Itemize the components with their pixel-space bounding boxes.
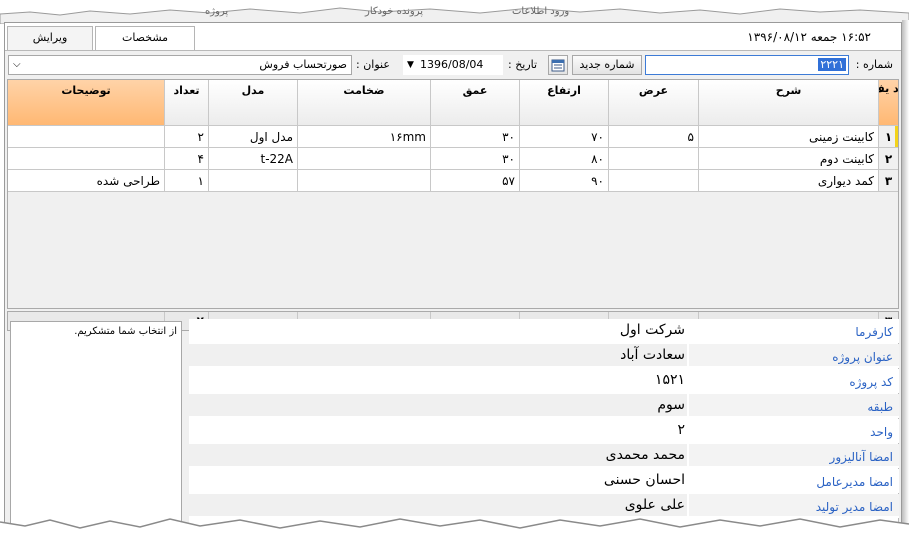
column-header-model[interactable]: مدل (208, 80, 297, 126)
properties-panel: کارفرما شرکت اول عنوان پروژه سعادت آباد … (189, 319, 899, 539)
tab-specifications[interactable]: مشخصات (95, 26, 195, 50)
items-grid: رد یف شرح عرض ارتفاع عمق ضخامت مدل تعداد… (7, 79, 899, 309)
top-tab-data-entry[interactable]: ورود اطلاعات (512, 6, 569, 17)
row-number: ۳ (878, 170, 898, 192)
cell-count[interactable]: ۲ (164, 126, 208, 148)
chevron-down-icon: ▼ (407, 60, 414, 70)
cell-height[interactable]: ۷۰ (519, 126, 608, 148)
cell-height[interactable]: ۸۰ (519, 148, 608, 170)
property-value[interactable]: ۲ (189, 419, 689, 441)
column-header-width[interactable]: عرض (608, 80, 698, 126)
cell-description[interactable]: کمد دیواری (698, 170, 878, 192)
calendar-icon (551, 59, 565, 72)
property-value[interactable]: شرکت اول (189, 319, 689, 341)
property-label: امضا مدیرعامل (689, 469, 899, 491)
top-tab-auto-file[interactable]: پرونده خودکار (365, 6, 423, 17)
date-value: 1396/08/04 (420, 58, 484, 71)
grid-header-row: رد یف شرح عرض ارتفاع عمق ضخامت مدل تعداد… (8, 80, 898, 126)
cell-thickness[interactable]: ۱۶mm (297, 126, 430, 148)
header-row: ویرایش مشخصات ۱۶:۵۲ جمعه ۱۳۹۶/۰۸/۱۲ (5, 23, 901, 51)
cell-count[interactable]: ۴ (164, 148, 208, 170)
number-input[interactable]: ۲۲۲۱ (645, 55, 849, 75)
cell-width[interactable]: ۵ (608, 126, 698, 148)
torn-edge-graphic (0, 518, 909, 547)
cell-thickness[interactable] (297, 170, 430, 192)
cell-model[interactable] (208, 170, 297, 192)
property-row[interactable]: کد پروژه ۱۵۲۱ (189, 369, 899, 393)
cell-depth[interactable]: ۵۷ (430, 170, 519, 192)
column-header-radif[interactable]: رد یف (878, 80, 898, 126)
torn-bottom-edge (0, 508, 909, 547)
window-shadow (902, 20, 909, 540)
top-tab-project[interactable]: پروژه (205, 6, 228, 17)
cell-description[interactable]: کابینت دوم (698, 148, 878, 170)
table-row[interactable]: ۱ کابینت زمینی ۵ ۷۰ ۳۰ ۱۶mm مدل اول ۲ (8, 126, 898, 148)
table-row[interactable]: ۳ کمد دیواری ۹۰ ۵۷ ۱ طراحی شده (8, 170, 898, 192)
row-number: ۱ (878, 126, 898, 148)
cell-count[interactable]: ۱ (164, 170, 208, 192)
cell-model[interactable]: مدل اول (208, 126, 297, 148)
tab-edit[interactable]: ویرایش (7, 26, 93, 50)
property-row[interactable]: عنوان پروژه سعادت آباد (189, 344, 899, 368)
date-picker[interactable]: 1396/08/04 ▼ (403, 55, 503, 75)
date-time-display: ۱۶:۵۲ جمعه ۱۳۹۶/۰۸/۱۲ (747, 30, 871, 44)
date-label: تاریخ : (508, 58, 538, 71)
column-header-description[interactable]: شرح (698, 80, 878, 126)
torn-edge-graphic (0, 0, 909, 24)
property-label: طبقه (689, 394, 899, 416)
cell-height[interactable]: ۹۰ (519, 170, 608, 192)
property-label: کارفرما (689, 319, 899, 341)
property-label: عنوان پروژه (689, 344, 899, 366)
cell-depth[interactable]: ۳۰ (430, 126, 519, 148)
property-row[interactable]: کارفرما شرکت اول (189, 319, 899, 343)
column-header-depth[interactable]: عمق (430, 80, 519, 126)
property-row[interactable]: واحد ۲ (189, 419, 899, 443)
property-value[interactable]: سعادت آباد (189, 344, 689, 366)
column-header-count[interactable]: تعداد (164, 80, 208, 126)
property-label: امضا آنالیزور (689, 444, 899, 466)
table-row[interactable]: ۲ کابینت دوم ۸۰ ۳۰ t-22A ۴ (8, 148, 898, 170)
number-input-value: ۲۲۲۱ (818, 58, 846, 71)
column-header-height[interactable]: ارتفاع (519, 80, 608, 126)
notes-text: از انتخاب شما متشکریم. (74, 326, 177, 337)
number-label: شماره : (855, 58, 893, 71)
column-header-thickness[interactable]: ضخامت (297, 80, 430, 126)
chevron-down-icon: ⌵ (13, 59, 21, 70)
main-window: ویرایش مشخصات ۱۶:۵۲ جمعه ۱۳۹۶/۰۸/۱۲ شمار… (4, 22, 902, 541)
property-value[interactable]: محمد محمدی (189, 444, 689, 466)
cell-width[interactable] (608, 170, 698, 192)
property-label: واحد (689, 419, 899, 441)
property-value[interactable]: احسان حسنی (189, 469, 689, 491)
row-number: ۲ (878, 148, 898, 170)
property-value[interactable]: سوم (189, 394, 689, 416)
title-value: صورتحساب فروش (259, 58, 347, 71)
property-value[interactable]: ۱۵۲۱ (189, 369, 689, 391)
cell-depth[interactable]: ۳۰ (430, 148, 519, 170)
cell-width[interactable] (608, 148, 698, 170)
column-header-notes[interactable]: توضیحات (8, 80, 164, 126)
property-label: کد پروژه (689, 369, 899, 391)
new-number-button[interactable]: شماره جدید (572, 55, 642, 75)
property-row[interactable]: امضا آنالیزور محمد محمدی (189, 444, 899, 468)
property-row[interactable]: طبقه سوم (189, 394, 899, 418)
torn-top-edge: پروژه پرونده خودکار ورود اطلاعات (0, 0, 909, 24)
title-label: عنوان : (356, 58, 390, 71)
cell-description[interactable]: کابینت زمینی (698, 126, 878, 148)
cell-thickness[interactable] (297, 148, 430, 170)
cell-notes[interactable] (8, 126, 164, 148)
toolbar: شماره : ۲۲۲۱ شماره جدید تاریخ : 1396/08/… (5, 51, 901, 79)
cell-notes[interactable] (8, 148, 164, 170)
title-select[interactable]: صورتحساب فروش ⌵ (8, 55, 352, 75)
cell-notes[interactable]: طراحی شده (8, 170, 164, 192)
calendar-button[interactable] (548, 55, 568, 75)
cell-model[interactable]: t-22A (208, 148, 297, 170)
property-row[interactable]: امضا مدیرعامل احسان حسنی (189, 469, 899, 493)
